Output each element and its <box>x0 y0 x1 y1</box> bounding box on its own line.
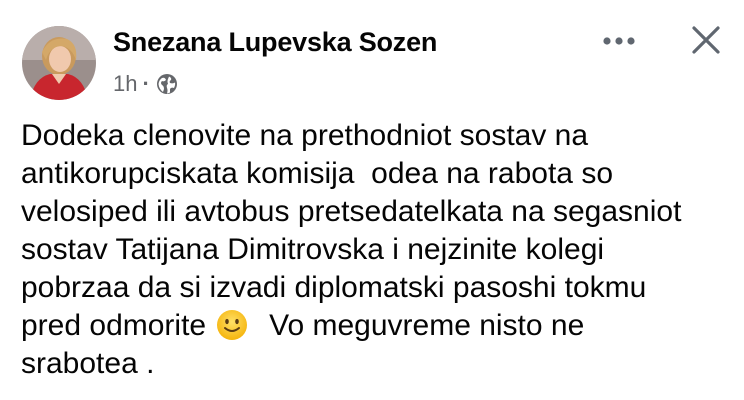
post-text-line: sostav Tatijana Dimitrovska i nejzinite … <box>21 233 605 266</box>
post-text-line: Dodeka clenovite na prethodniot sostav n… <box>21 119 589 152</box>
post-body: Dodeka clenovite na prethodniot sostav n… <box>21 117 736 383</box>
more-options-icon <box>603 37 635 45</box>
profile-picture <box>22 26 96 100</box>
post-text-line: velosiped ili avtobus pretsedatelkata na… <box>21 195 682 228</box>
post-text-line: srabotea . <box>21 347 155 380</box>
post-text-segment: Vo meguvreme nisto ne <box>252 309 585 342</box>
post-text-line: antikorupciskata komisija odea na rabota… <box>21 157 614 190</box>
close-button[interactable] <box>684 20 728 60</box>
post-text-line-with-emoji: pred odmorite Vo meguvreme nisto ne <box>21 307 736 345</box>
more-options-button[interactable] <box>595 28 643 54</box>
meta-separator: · <box>142 71 150 96</box>
facebook-post: Snezana Lupevska Sozen 1h · Dodeka cleno… <box>0 0 744 400</box>
post-text-segment: pred odmorite <box>21 309 215 342</box>
globe-icon[interactable] <box>155 72 179 96</box>
author-name[interactable]: Snezana Lupevska Sozen <box>113 27 437 58</box>
avatar[interactable] <box>22 26 96 100</box>
post-meta: 1h · <box>113 70 179 98</box>
post-timestamp[interactable]: 1h <box>113 71 137 97</box>
smiley-emoji-icon <box>216 309 248 341</box>
close-icon <box>692 26 720 54</box>
post-text-line: pobrzaa da si izvadi diplomatski pasoshi… <box>21 271 647 304</box>
